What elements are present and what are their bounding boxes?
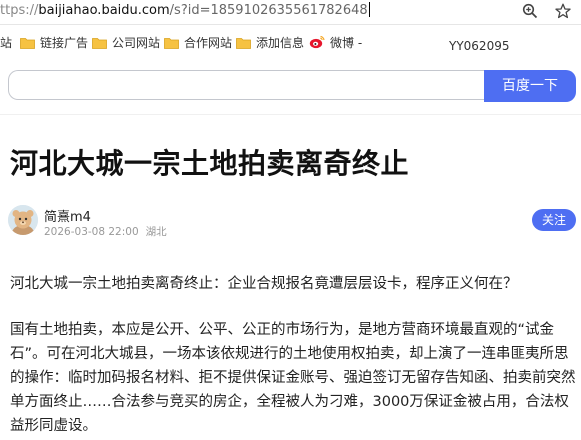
address-bar[interactable]: ttps://baijiahao.baidu.com/s?id=18591026…: [0, 0, 581, 25]
watermark-text: YY062095: [449, 39, 510, 53]
divider: [0, 114, 581, 115]
bookmark-item[interactable]: 合作网站: [164, 34, 232, 50]
folder-icon: [236, 38, 251, 49]
article-meta: 2026-03-08 22:00 湖北: [44, 224, 167, 239]
bookmark-label: 添加信息: [256, 36, 305, 50]
bookmark-label: 合作网站: [184, 36, 233, 50]
author-name[interactable]: 简熹m4: [44, 206, 91, 225]
weibo-icon: [309, 35, 325, 49]
search-input[interactable]: [8, 70, 484, 100]
star-icon[interactable]: [555, 3, 571, 19]
search-button[interactable]: 百度一下: [484, 70, 576, 102]
article-paragraph: 河北大城一宗土地拍卖离奇终止：企业合规报名竟遭层层设卡，程序正义何在？: [10, 276, 518, 292]
folder-icon: [20, 38, 35, 49]
bookmark-label: 微博 -: [330, 36, 363, 50]
bookmark-label: 站: [0, 36, 13, 50]
url-path: /s?id=1859102635561782648: [169, 3, 368, 18]
folder-icon: [164, 38, 179, 49]
publish-date: 2026-03-08 22:00: [44, 226, 139, 238]
bookmark-item[interactable]: 站: [0, 34, 12, 50]
bookmark-label: 公司网站: [112, 36, 161, 50]
follow-button[interactable]: 关注: [532, 209, 576, 231]
avatar[interactable]: [8, 205, 38, 235]
article-title: 河北大城一宗土地拍卖离奇终止: [10, 147, 410, 180]
bookmark-item[interactable]: 微博 -: [309, 34, 362, 50]
url-prefix: ttps://: [0, 3, 39, 18]
zoom-icon[interactable]: [522, 3, 538, 19]
bookmark-label: 链接广告: [40, 36, 89, 50]
url-field[interactable]: ttps://baijiahao.baidu.com/s?id=18591026…: [0, 2, 370, 18]
text-caret: [368, 2, 370, 17]
publish-location: 湖北: [145, 226, 167, 238]
avatar-image: [8, 205, 38, 235]
bookmark-item[interactable]: 链接广告: [20, 34, 88, 50]
bookmark-item[interactable]: 添加信息: [236, 34, 304, 50]
bookmark-item[interactable]: 公司网站: [92, 34, 160, 50]
url-host: baijiahao.baidu.com: [38, 3, 170, 18]
article-paragraph: 国有土地拍卖，本应是公开、公平、公正的市场行为，是地方营商环境最直观的“试金石”…: [10, 322, 576, 434]
folder-icon: [92, 38, 107, 49]
